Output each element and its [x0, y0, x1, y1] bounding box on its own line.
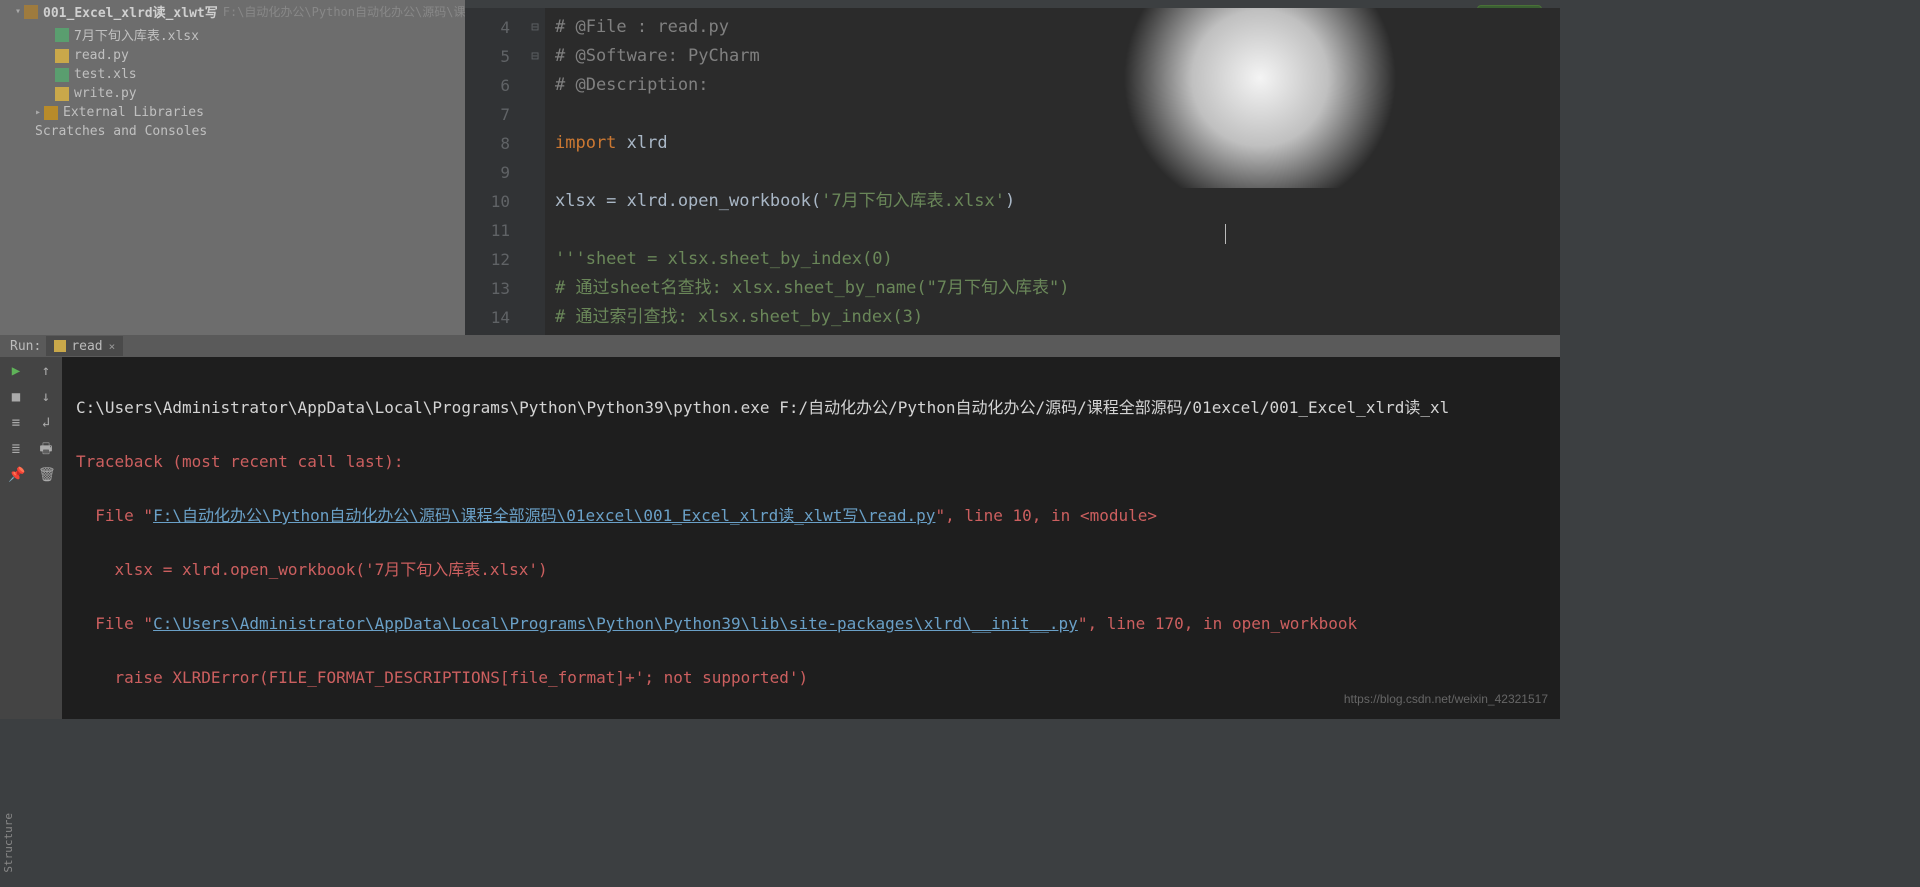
- console-line: Traceback (most recent call last):: [76, 448, 1546, 475]
- line-number-gutter[interactable]: 4 5 6 7 8 9 10 11 12 13 14: [465, 8, 525, 335]
- code-content[interactable]: # @File : read.py # @Software: PyCharm #…: [545, 8, 1560, 335]
- run-panel-title: Run:: [10, 339, 41, 354]
- down-icon[interactable]: ↓: [38, 389, 54, 405]
- console-line: raise XLRDError(FILE_FORMAT_DESCRIPTIONS…: [76, 664, 1546, 691]
- xlsx-icon: [55, 28, 69, 42]
- library-icon: [44, 106, 58, 120]
- project-file[interactable]: 7月下旬入库表.xlsx: [5, 23, 460, 46]
- structure-tool-button[interactable]: Structure: [0, 809, 17, 877]
- folder-icon: [24, 5, 38, 19]
- close-icon[interactable]: ×: [109, 340, 116, 353]
- layout2-icon[interactable]: ≣: [8, 441, 24, 457]
- fold-gutter[interactable]: ⊟ ⊟: [525, 8, 545, 335]
- project-root[interactable]: ▾ 001_Excel_xlrd读_xlwt写 F:\自动化办公\Python自…: [5, 0, 460, 23]
- run-toolbar[interactable]: ▶ ■ ≡ ≣ 📌 ↑ ↓ ↲ 🖶 🗑: [0, 357, 62, 719]
- fold-handle[interactable]: ⊟: [525, 42, 545, 71]
- project-file[interactable]: read.py: [5, 46, 460, 65]
- up-icon[interactable]: ↑: [38, 363, 54, 379]
- code-editor[interactable]: read ▾ 4 5 6 7 8 9 10 11 12 13 14: [465, 0, 1560, 335]
- scratches-consoles[interactable]: Scratches and Consoles: [5, 122, 460, 141]
- editor-tab-bar[interactable]: [465, 0, 1560, 8]
- run-tab-label: read: [71, 339, 102, 354]
- console-output[interactable]: C:\Users\Administrator\AppData\Local\Pro…: [62, 357, 1560, 719]
- fold-handle[interactable]: ⊟: [525, 13, 545, 42]
- project-file[interactable]: test.xls: [5, 65, 460, 84]
- project-root-path: F:\自动化办公\Python自动化办公\源码\课程全部源码\...: [223, 3, 465, 20]
- project-root-name: 001_Excel_xlrd读_xlwt写: [43, 2, 218, 21]
- rerun-icon[interactable]: ▶: [8, 363, 24, 379]
- pin-icon[interactable]: 📌: [8, 467, 24, 483]
- traceback-link[interactable]: F:\自动化办公\Python自动化办公\源码\课程全部源码\01excel\0…: [153, 506, 935, 525]
- project-tool-window[interactable]: ▾ 001_Excel_xlrd读_xlwt写 F:\自动化办公\Python自…: [0, 0, 465, 335]
- console-line: File "C:\Users\Administrator\AppData\Loc…: [76, 610, 1546, 637]
- console-line: C:\Users\Administrator\AppData\Local\Pro…: [76, 394, 1546, 421]
- python-icon: [55, 87, 69, 101]
- wrap-icon[interactable]: ↲: [38, 415, 54, 431]
- run-tool-window: ▶ ■ ≡ ≣ 📌 ↑ ↓ ↲ 🖶 🗑 C:\Users\Administrat…: [0, 357, 1560, 719]
- print-icon[interactable]: 🖶: [38, 441, 54, 457]
- external-libraries[interactable]: ▸ External Libraries: [5, 103, 460, 122]
- run-tab[interactable]: read ×: [46, 336, 123, 356]
- python-icon: [55, 49, 69, 63]
- chevron-down-icon: ▾: [15, 6, 21, 17]
- xls-icon: [55, 68, 69, 82]
- console-line: xlsx = xlrd.open_workbook('7月下旬入库表.xlsx'…: [76, 556, 1546, 583]
- text-caret: [1225, 224, 1226, 244]
- run-panel-header[interactable]: Run: read ×: [0, 335, 1560, 357]
- layout-icon[interactable]: ≡: [8, 415, 24, 431]
- trash-icon[interactable]: 🗑: [38, 467, 54, 483]
- watermark: https://blog.csdn.net/weixin_42321517: [1344, 686, 1548, 713]
- project-file[interactable]: write.py: [5, 84, 460, 103]
- python-icon: [54, 340, 66, 352]
- stop-icon[interactable]: ■: [8, 389, 24, 405]
- console-line: File "F:\自动化办公\Python自动化办公\源码\课程全部源码\01e…: [76, 502, 1546, 529]
- chevron-right-icon: ▸: [35, 107, 41, 118]
- traceback-link[interactable]: C:\Users\Administrator\AppData\Local\Pro…: [153, 614, 1078, 633]
- console-line: xlrd.biffh.XLRDError: Excel xlsx file; n…: [76, 718, 1546, 719]
